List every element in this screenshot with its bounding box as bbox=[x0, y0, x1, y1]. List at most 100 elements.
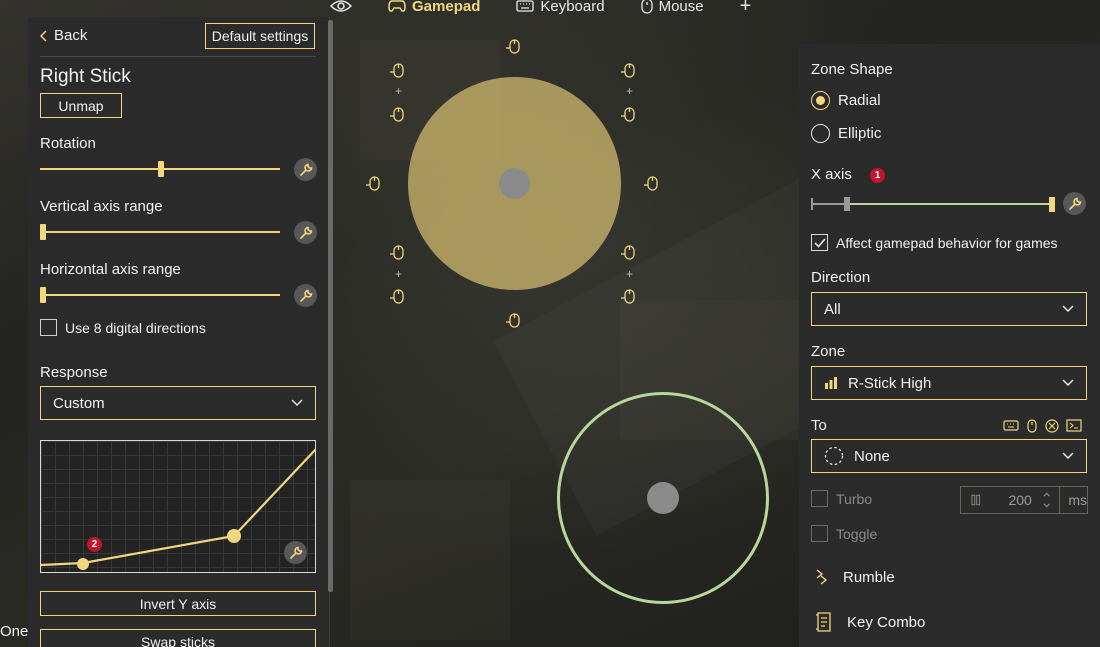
horizontal-axis-settings-button[interactable] bbox=[294, 284, 317, 307]
affect-gamepad-label: Affect gamepad behavior for games bbox=[836, 234, 1058, 251]
chevron-down-icon bbox=[1062, 305, 1074, 313]
direction-mouse-icon[interactable] bbox=[389, 106, 407, 124]
key-combo-item[interactable]: Key Combo bbox=[815, 611, 925, 633]
curve-settings-button[interactable] bbox=[284, 541, 307, 564]
direction-value: All bbox=[824, 300, 841, 318]
footer-label: One bbox=[0, 623, 29, 640]
chevron-down-icon bbox=[1062, 379, 1074, 387]
spinner-arrows-icon[interactable] bbox=[1042, 489, 1051, 511]
affect-gamepad-checkbox[interactable] bbox=[811, 234, 828, 251]
default-settings-button[interactable]: Default settings bbox=[205, 23, 315, 49]
wrench-icon bbox=[289, 546, 302, 559]
tab-gamepad[interactable]: Gamepad bbox=[388, 0, 480, 15]
notification-badge: 1 bbox=[870, 168, 885, 183]
to-value: None bbox=[854, 447, 890, 465]
rotation-settings-button[interactable] bbox=[294, 158, 317, 181]
direction-mouse-icon[interactable] bbox=[389, 288, 407, 306]
vertical-axis-label: Vertical axis range bbox=[40, 198, 163, 215]
zone-label: Zone bbox=[811, 343, 846, 360]
direction-mouse-icon[interactable] bbox=[620, 288, 638, 306]
direction-dropdown[interactable]: All bbox=[811, 292, 1087, 326]
direction-mouse-icon[interactable] bbox=[365, 175, 383, 193]
rumble-item[interactable]: Rumble bbox=[815, 568, 895, 586]
plus-icon: + bbox=[626, 267, 634, 281]
tab-keyboard[interactable]: Keyboard bbox=[516, 0, 605, 15]
turbo-interval-input[interactable]: 200 ms bbox=[960, 486, 1088, 514]
plus-icon: + bbox=[395, 267, 403, 281]
tab-keyboard-label: Keyboard bbox=[540, 0, 605, 15]
direction-label: Direction bbox=[811, 269, 871, 286]
digital-directions-option[interactable]: Use 8 digital directions bbox=[40, 319, 206, 336]
invert-y-button[interactable]: Invert Y axis bbox=[40, 591, 316, 616]
divider bbox=[40, 56, 316, 57]
plus-icon: + bbox=[395, 84, 403, 98]
tab-gamepad-label: Gamepad bbox=[412, 0, 481, 15]
back-button[interactable]: Back bbox=[40, 27, 87, 44]
slider-thumb[interactable] bbox=[40, 287, 46, 303]
curve-point[interactable] bbox=[77, 558, 89, 570]
response-dropdown[interactable]: Custom bbox=[40, 386, 316, 420]
rotation-slider[interactable] bbox=[40, 161, 280, 177]
command-prompt-icon[interactable] bbox=[1066, 419, 1082, 432]
page-title: Right Stick bbox=[40, 66, 131, 87]
elliptic-option[interactable]: Elliptic bbox=[811, 124, 881, 143]
toggle-option[interactable]: Toggle bbox=[811, 525, 877, 542]
x-axis-settings-button[interactable] bbox=[1063, 192, 1086, 215]
slider-thumb[interactable] bbox=[40, 224, 46, 240]
direction-mouse-icon[interactable] bbox=[620, 244, 638, 262]
to-dropdown[interactable]: None bbox=[811, 439, 1087, 473]
keyboard-icon[interactable] bbox=[1003, 419, 1019, 432]
slider-track bbox=[40, 294, 280, 296]
horizontal-axis-slider[interactable] bbox=[40, 287, 280, 303]
affect-gamepad-option[interactable]: Affect gamepad behavior for games bbox=[811, 234, 1058, 251]
curve-point[interactable] bbox=[227, 529, 241, 543]
dashed-circle-icon bbox=[824, 446, 844, 466]
turbo-checkbox[interactable] bbox=[811, 490, 828, 507]
mouse-icon[interactable] bbox=[1026, 419, 1038, 433]
zone-settings-panel: Zone Shape Radial Elliptic X axis 1 Affe… bbox=[799, 44, 1100, 647]
checkmark-icon bbox=[813, 237, 826, 248]
toggle-label: Toggle bbox=[836, 525, 878, 542]
direction-mouse-icon[interactable] bbox=[505, 312, 523, 330]
key-combo-label: Key Combo bbox=[847, 613, 926, 631]
rumble-icon bbox=[816, 569, 828, 585]
vertical-axis-slider[interactable] bbox=[40, 224, 280, 240]
wrench-icon bbox=[299, 163, 312, 176]
direction-mouse-icon[interactable] bbox=[620, 106, 638, 124]
slider-thumb[interactable] bbox=[158, 161, 164, 177]
horizontal-axis-label: Horizontal axis range bbox=[40, 261, 181, 278]
slider-max-thumb[interactable] bbox=[1049, 197, 1055, 212]
add-profile-button[interactable]: + bbox=[740, 0, 752, 18]
vertical-axis-settings-button[interactable] bbox=[294, 221, 317, 244]
turbo-option[interactable]: Turbo bbox=[811, 490, 872, 507]
wrench-icon bbox=[299, 289, 312, 302]
zone-dropdown[interactable]: R-Stick High bbox=[811, 366, 1087, 400]
swap-sticks-button[interactable]: Swap sticks bbox=[40, 629, 316, 647]
elliptic-radio[interactable] bbox=[811, 124, 830, 143]
slider-track bbox=[40, 231, 280, 233]
background-block bbox=[350, 480, 510, 640]
slider-min-thumb[interactable] bbox=[844, 197, 850, 211]
direction-mouse-icon[interactable] bbox=[389, 62, 407, 80]
response-curve bbox=[41, 448, 315, 570]
radial-radio[interactable] bbox=[811, 91, 830, 110]
tab-mouse-label: Mouse bbox=[658, 0, 704, 15]
response-curve-editor[interactable]: 2 bbox=[40, 440, 316, 573]
unmap-button[interactable]: Unmap bbox=[40, 93, 122, 118]
notification-badge: 2 bbox=[87, 537, 102, 552]
tab-mouse[interactable]: Mouse bbox=[640, 0, 704, 15]
plus-icon: + bbox=[626, 84, 634, 98]
direction-mouse-icon[interactable] bbox=[643, 175, 661, 193]
direction-mouse-icon[interactable] bbox=[505, 38, 523, 56]
wrench-icon bbox=[299, 226, 312, 239]
x-axis-range-slider[interactable] bbox=[811, 196, 1055, 212]
xbox-icon[interactable] bbox=[1045, 419, 1059, 433]
direction-mouse-icon[interactable] bbox=[620, 62, 638, 80]
scrollbar[interactable] bbox=[328, 20, 333, 592]
nav-visibility[interactable] bbox=[330, 0, 352, 13]
to-label: To bbox=[811, 417, 827, 434]
direction-mouse-icon[interactable] bbox=[389, 244, 407, 262]
digital-directions-checkbox[interactable] bbox=[40, 319, 57, 336]
radial-option[interactable]: Radial bbox=[811, 91, 881, 110]
toggle-checkbox[interactable] bbox=[811, 525, 828, 542]
